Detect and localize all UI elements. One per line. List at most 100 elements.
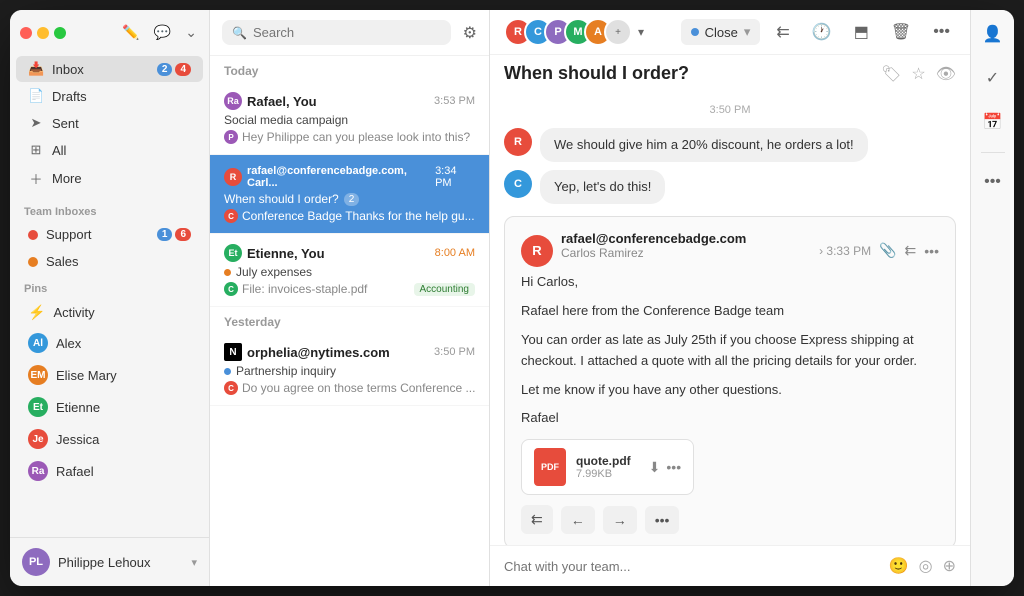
mail-item-3[interactable]: Et Etienne, You 8:00 AM July expenses C … [210,234,489,307]
reply-btn[interactable]: ⇇ [521,505,553,534]
search-bar[interactable]: 🔍 [222,20,451,45]
attachment-name: quote.pdf [576,454,631,468]
mail-preview-2: C Conference Badge Thanks for the help g… [224,209,475,223]
download-icon[interactable]: ⬇ [649,459,661,476]
mail-sender-3: Et Etienne, You [224,244,325,262]
email-time: › 3:33 PM [819,244,871,258]
close-button[interactable]: Close ▾ [681,19,761,45]
archive-icon[interactable]: ⬒ [848,18,875,46]
mail-time-4: 3:50 PM [434,346,475,358]
mention-icon[interactable]: ◎ [919,556,933,576]
rs-person-icon[interactable]: 👤 [979,20,1007,48]
pin-item-jessica[interactable]: Je Jessica [16,424,203,454]
mail-item-4[interactable]: N orphelia@nytimes.com 3:50 PM Partnersh… [210,333,489,406]
sidebar-item-more[interactable]: ＋ More [16,164,203,193]
inbox-badge-red: 4 [175,63,191,76]
sidebar-item-drafts[interactable]: 📄 Drafts [16,83,203,109]
mail-preview-3: C File: invoices-staple.pdf Accounting [224,282,475,296]
sidebar-item-sales[interactable]: Sales [16,249,203,274]
unread-dot-4 [224,368,231,375]
reply-left-btn[interactable]: ← [561,506,595,534]
email-more-icon[interactable]: ••• [924,243,939,259]
pin-item-rafael[interactable]: Ra Rafael [16,456,203,486]
traffic-light-red[interactable] [20,27,32,39]
alex-avatar: Al [28,333,48,353]
emoji-icon[interactable]: 🙂 [889,556,909,576]
mail-item-1[interactable]: Ra Rafael, You 3:53 PM Social media camp… [210,82,489,155]
email-from-sub: Carlos Ramirez [561,246,746,260]
sidebar-item-support[interactable]: Support 1 6 [16,222,203,247]
reply-all-icon[interactable]: ⇇ [770,18,795,46]
email-attachment-icon[interactable]: 📎 [879,242,896,259]
sidebar-item-inbox[interactable]: 📥 Inbox 2 4 [16,56,203,82]
attachment-more-icon[interactable]: ••• [666,459,681,476]
thread-title: When should I order? [504,63,689,84]
thread-title-bar: When should I order? 🏷 ☆ 👁 [490,55,970,92]
mail-item-2-header: R rafael@conferencebadge.com, Carl... 3:… [224,165,475,189]
add-icon[interactable]: ⊕ [943,556,956,576]
rs-checkmark-icon[interactable]: ✓ [982,64,1003,92]
mail-list-header: 🔍 ⚙ [210,10,489,56]
eye-icon[interactable]: 👁 [936,64,956,84]
star-icon[interactable]: ☆ [911,64,925,84]
more-reply-btn[interactable]: ••• [645,506,680,534]
sent-icon: ➤ [28,115,44,131]
attachment-actions: ⬇ ••• [649,459,681,476]
pin-item-activity[interactable]: ⚡ Activity [16,299,203,326]
pin-item-etienne[interactable]: Et Etienne [16,392,203,422]
traffic-light-green[interactable] [54,27,66,39]
pin-item-elise-mary[interactable]: EM Elise Mary [16,360,203,390]
more-actions-icon[interactable]: ••• [927,19,956,45]
reply-count-badge: 2 [344,193,360,206]
etienne-avatar: Et [28,397,48,417]
preview-avatar-2: C [224,209,238,223]
close-dot [691,28,699,36]
chevron-icon[interactable]: ⌄ [183,22,199,43]
mail-sender-4: N orphelia@nytimes.com [224,343,390,361]
sidebar-item-drafts-label: Drafts [52,89,87,104]
email-card-header: R rafael@conferencebadge.com Carlos Rami… [521,231,939,270]
messages-area: 3:50 PM R We should give him a 20% disco… [490,92,970,545]
support-dot [28,230,38,240]
filter-icon[interactable]: ⚙ [463,23,477,43]
main-header: R C P M A + ▾ Close ▾ ⇇ 🕐 ⬒ 🗑 ••• [490,10,970,55]
forward-btn[interactable]: → [603,506,637,534]
user-chevron-icon: ▾ [191,556,197,569]
close-label: Close [705,25,738,40]
msg-avatar-2: C [504,170,532,198]
pin-item-alex[interactable]: Al Alex [16,328,203,358]
msg-avatar-1: R [504,128,532,156]
sidebar-item-all[interactable]: ⊞ All [16,137,203,163]
mail-avatar-2: R [224,168,242,186]
thread-actions: 🏷 ☆ 👁 [881,64,956,84]
pin-jessica-label: Jessica [56,432,99,447]
rs-more-icon[interactable]: ••• [980,169,1005,195]
email-reply-icon[interactable]: ⇇ [905,242,917,259]
today-label: Today [210,56,489,82]
trash-icon[interactable]: 🗑 [885,18,917,46]
chat-icon[interactable]: 💬 [152,22,173,43]
pin-elise-mary-label: Elise Mary [56,368,117,383]
mail-item-4-header: N orphelia@nytimes.com 3:50 PM [224,343,475,361]
inbox-badges: 2 4 [157,63,191,76]
mail-item-2[interactable]: R rafael@conferencebadge.com, Carl... 3:… [210,155,489,234]
rs-calendar-icon[interactable]: 📅 [979,108,1007,136]
compose-icon[interactable]: ✏️ [120,22,141,43]
search-icon: 🔍 [232,26,247,40]
participant-avatars: R C P M A + [504,18,632,46]
support-badges: 1 6 [157,228,191,241]
user-profile[interactable]: PL Philippe Lehoux ▾ [10,537,209,586]
search-input[interactable] [253,25,441,40]
compose-input[interactable] [504,559,879,574]
clock-icon[interactable]: 🕐 [806,18,838,46]
sidebar-top-icons: ✏️ 💬 ⌄ [120,22,199,43]
app-window: ✏️ 💬 ⌄ 📥 Inbox 2 4 📄 Drafts ➤ Sent [10,10,1014,586]
sidebar-top: ✏️ 💬 ⌄ [10,10,209,51]
traffic-light-yellow[interactable] [37,27,49,39]
tag-icon[interactable]: 🏷 [881,64,901,84]
yesterday-label: Yesterday [210,307,489,333]
participants-chevron[interactable]: ▾ [638,25,644,39]
sidebar-item-sent[interactable]: ➤ Sent [16,110,203,136]
main-content: R C P M A + ▾ Close ▾ ⇇ 🕐 ⬒ 🗑 ••• When s… [490,10,970,586]
preview-avatar-4: C [224,381,238,395]
